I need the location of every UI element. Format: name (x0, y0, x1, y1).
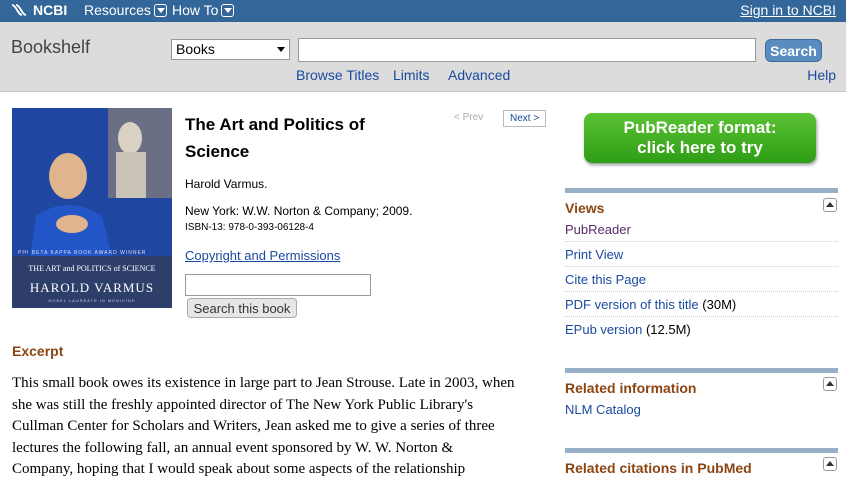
cover-title: THE ART and POLITICS of SCIENCE (28, 264, 156, 273)
related-citations-panel-bar (565, 448, 838, 453)
collapse-views-icon[interactable] (823, 198, 837, 212)
logo-text: NCBI (33, 2, 68, 18)
browse-titles-link[interactable]: Browse Titles (296, 67, 379, 83)
sign-in-link[interactable]: Sign in to NCBI (740, 2, 836, 18)
help-link[interactable]: Help (807, 67, 836, 83)
print-view-link[interactable]: Print View (565, 247, 838, 267)
book-isbn: ISBN-13: 978-0-393-06128-4 (185, 222, 314, 233)
cover-subtitle: NOBEL LAUREATE IN MEDICINE (48, 298, 136, 303)
cover-portrait (12, 108, 172, 256)
book-search-input[interactable] (185, 274, 371, 296)
search-this-book-button[interactable]: Search this book (187, 298, 297, 318)
book-publisher: New York: W.W. Norton & Company; 2009. (185, 204, 413, 218)
search-button[interactable]: Search (765, 39, 822, 62)
excerpt-line: Company, hoping that I would speak about… (12, 461, 466, 477)
database-select[interactable]: Books (171, 39, 290, 60)
excerpt-line: This small book owes its existence in la… (12, 375, 515, 391)
chevron-down-icon (153, 3, 167, 17)
database-value: Books (176, 41, 215, 57)
excerpt-line: Cullman Center for Scholars and Writers,… (12, 418, 495, 434)
views-heading: Views (565, 200, 605, 216)
chevron-down-icon (221, 3, 235, 17)
resources-label: Resources (84, 2, 151, 18)
advanced-link[interactable]: Advanced (448, 67, 510, 83)
related-citations-heading: Related citations in PubMed (565, 460, 752, 476)
pdf-version-item[interactable]: PDF version of this title (30M) (565, 297, 838, 317)
prev-button[interactable]: < Prev (448, 110, 489, 125)
collapse-related-citations-icon[interactable] (823, 457, 837, 471)
top-bar: NCBI Resources How To Sign in to NCBI (0, 0, 846, 22)
excerpt-line: lectures the following fall, an annual e… (12, 439, 454, 456)
dropdown-arrow-icon (277, 47, 285, 52)
howto-menu[interactable]: How To (172, 2, 235, 18)
related-info-heading: Related information (565, 380, 697, 396)
pubreader-button[interactable]: PubReader format: click here to try (584, 113, 816, 163)
copyright-link[interactable]: Copyright and Permissions (185, 248, 340, 263)
search-input[interactable] (298, 38, 756, 62)
ncbi-helix-icon (11, 4, 27, 16)
pubreader-line2: click here to try (637, 138, 763, 157)
ncbi-logo[interactable]: NCBI (10, 2, 67, 18)
search-bar: Bookshelf Books Search Browse Titles Lim… (0, 22, 846, 92)
limits-link[interactable]: Limits (393, 67, 430, 83)
book-title: The Art and Politics of Science (185, 115, 365, 161)
excerpt-heading: Excerpt (12, 343, 64, 359)
pdf-version-link[interactable]: PDF version of this title (565, 297, 699, 312)
epub-size: (12.5M) (645, 322, 691, 337)
book-cover[interactable]: PHI BETA KAPPA BOOK AWARD WINNER THE ART… (12, 108, 172, 308)
cover-author: HAROLD VARMUS (29, 280, 155, 295)
excerpt-text: This small book owes its existence in la… (12, 373, 552, 481)
excerpt-line: she was still the freshly appointed dire… (12, 396, 474, 413)
pubreader-line1: PubReader format: (623, 118, 777, 137)
views-panel-bar (565, 188, 838, 193)
next-button[interactable]: Next > (503, 110, 547, 127)
resources-menu[interactable]: Resources (84, 2, 167, 18)
pubreader-link[interactable]: PubReader (565, 222, 838, 242)
howto-label: How To (172, 2, 219, 18)
collapse-related-info-icon[interactable] (823, 377, 837, 391)
section-title[interactable]: Bookshelf (11, 37, 90, 58)
book-author: Harold Varmus. (185, 177, 268, 191)
cover-award: PHI BETA KAPPA BOOK AWARD WINNER (18, 250, 147, 256)
related-info-panel-bar (565, 368, 838, 373)
epub-version-item[interactable]: EPub version (12.5M) (565, 322, 838, 337)
pdf-size: (30M) (702, 297, 737, 312)
cite-page-link[interactable]: Cite this Page (565, 272, 838, 292)
nlm-catalog-link[interactable]: NLM Catalog (565, 402, 838, 417)
epub-version-link[interactable]: EPub version (565, 322, 642, 337)
